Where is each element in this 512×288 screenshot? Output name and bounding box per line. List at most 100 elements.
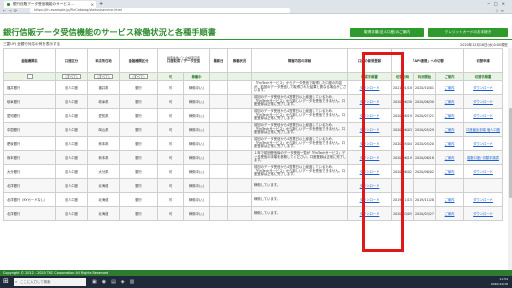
api-guide-link-text[interactable]: ご案内 xyxy=(445,128,455,132)
cell-bank: 北洋銀行 xyxy=(3,178,56,193)
download-link-text[interactable]: ダウンロード xyxy=(360,184,380,188)
taskbar-app-icons[interactable]: ▣◉▤◈▥ xyxy=(92,278,139,286)
filter-type[interactable]: (すべて) xyxy=(55,72,88,81)
kind-filter-select[interactable]: (すべて) xyxy=(129,74,148,79)
download-link[interactable]: ダウンロード xyxy=(347,178,393,193)
windows-start-icon[interactable]: ⊞ xyxy=(3,278,10,285)
trial-manual-link-text[interactable]: 複数口座/ 切替手順書 xyxy=(467,156,499,160)
download-link[interactable]: ダウンロード xyxy=(347,80,393,95)
api-guide-link[interactable]: ご案内 xyxy=(435,136,465,151)
cell-switch-date-text: 2020/08/19 xyxy=(393,113,413,118)
download-link[interactable]: ダウンロード xyxy=(347,108,393,123)
api-guide-link[interactable]: ご案内 xyxy=(435,206,465,221)
trial-manual-link-text[interactable]: ダウンロード xyxy=(473,212,493,216)
browser-tab[interactable]: 銀行信販データ受信機能のサービス... × xyxy=(4,1,96,8)
trial-manual-link[interactable]: ダウンロード xyxy=(463,206,504,221)
cell-latest xyxy=(209,164,229,179)
trial-manual-link[interactable]: ダウンロード xyxy=(463,94,504,109)
trial-manual-link[interactable]: ダウンロード xyxy=(463,136,504,151)
download-link-text[interactable]: ダウンロード xyxy=(360,170,380,174)
trial-manual-link[interactable]: 口座届出手順 個人口座 xyxy=(463,122,504,137)
close-tab-icon[interactable]: × xyxy=(91,1,94,8)
download-link-text[interactable]: ダウンロード xyxy=(360,86,380,90)
sub-detail xyxy=(251,72,349,81)
api-guide-link-text[interactable]: ご案内 xyxy=(445,114,455,118)
trial-manual-link[interactable]: ダウンロード xyxy=(463,108,504,123)
download-link-text[interactable]: ダウンロード xyxy=(360,128,380,132)
download-link[interactable]: ダウンロード xyxy=(347,150,393,165)
download-link[interactable]: ダウンロード xyxy=(347,206,393,221)
trial-manual-link-text[interactable]: ダウンロード xyxy=(473,86,493,90)
cell-type: 法人口座 xyxy=(55,108,88,123)
cell-status xyxy=(227,164,253,179)
taskbar-search[interactable]: ⌕ ここに入力して検索 xyxy=(14,278,86,286)
cell-kind: 銀行 xyxy=(119,108,158,123)
api-guide-link-text[interactable]: ご案内 xyxy=(445,100,455,104)
scrollbar-thumb[interactable] xyxy=(508,108,512,198)
api-guide-link[interactable]: ご案内 xyxy=(435,150,465,165)
trial-manual-link[interactable]: ダウンロード xyxy=(463,80,504,95)
api-guide-link-text[interactable]: ご案内 xyxy=(445,156,455,160)
cell-switch-date-text: 2021/01/18 xyxy=(393,85,413,90)
download-link-text[interactable]: ダウンロード xyxy=(360,100,380,104)
trial-manual-link-text[interactable]: ダウンロード xyxy=(473,114,493,118)
download-link-text[interactable]: ダウンロード xyxy=(360,156,380,160)
cell-data-status: 稼働中(△) xyxy=(182,178,211,193)
procedure-guide-button[interactable]: 取得手順(法人口座)のご案内 xyxy=(350,28,424,37)
trial-manual-link[interactable]: 複数口座/ 切替手順書 xyxy=(463,150,504,165)
address-bar[interactable]: https://fn.example.jp/FinCatalog/status/… xyxy=(30,8,290,13)
api-guide-link[interactable]: ご案内 xyxy=(435,108,465,123)
type-filter-select[interactable]: (すべて) xyxy=(62,74,81,79)
window-controls[interactable]: ─□× xyxy=(487,0,509,7)
download-link-text[interactable]: ダウンロード xyxy=(360,142,380,146)
cell-start-date: 2020/06/18 xyxy=(413,150,437,165)
cell-bank: 大分銀行 xyxy=(3,164,56,179)
cell-kind: 銀行 xyxy=(119,94,158,109)
api-guide-link-text[interactable]: ご案内 xyxy=(445,198,455,202)
download-link-text[interactable]: ダウンロード xyxy=(360,198,380,202)
download-link[interactable]: ダウンロード xyxy=(347,94,393,109)
region-filter-select[interactable]: (すべて) xyxy=(94,74,113,79)
download-link-text[interactable]: ダウンロード xyxy=(360,212,380,216)
cell-type-text: 法人口座 xyxy=(64,155,79,160)
trial-manual-link[interactable]: ダウンロード xyxy=(463,164,504,179)
api-guide-link[interactable]: ご案内 xyxy=(435,122,465,137)
trial-manual-link[interactable]: ダウンロード xyxy=(463,192,504,207)
api-guide-link[interactable]: ご案内 xyxy=(435,192,465,207)
new-tab-button[interactable]: + xyxy=(99,1,103,8)
trial-manual-link-text[interactable]: ダウンロード xyxy=(473,100,493,104)
trial-manual-link-text[interactable]: ダウンロード xyxy=(473,142,493,146)
toolbar-icons[interactable]: ☆≡ xyxy=(495,8,506,13)
trial-manual-link-text[interactable]: ダウンロード xyxy=(473,198,493,202)
bank-filter-input[interactable] xyxy=(26,73,33,79)
api-guide-link-text[interactable]: ご案内 xyxy=(445,170,455,174)
api-guide-link[interactable]: ご案内 xyxy=(435,164,465,179)
cell-region-text: 岡山県 xyxy=(98,127,109,132)
api-guide-link-text[interactable]: ご案内 xyxy=(445,212,455,216)
page-scrollbar[interactable] xyxy=(508,48,512,270)
filter-region[interactable]: (すべて) xyxy=(87,72,120,81)
cell-region-text: 熊本県 xyxy=(98,155,109,160)
filter-kind[interactable]: (すべて) xyxy=(119,72,158,81)
system-tray[interactable]: 11:54 2020/12/16 xyxy=(491,277,508,286)
cell-region: 熊本県 xyxy=(87,136,120,151)
table-row: 愛知銀行 法人口座 愛知県 銀行 可 稼働中(△) 前回のデータ受信から4営業日以上経過して… xyxy=(3,108,504,123)
download-link[interactable]: ダウンロード xyxy=(347,136,393,151)
credit-card-button[interactable]: クレジットカードのお手続き xyxy=(428,28,508,37)
download-link[interactable]: ダウンロード xyxy=(347,192,393,207)
trial-manual-link-text[interactable]: 口座届出手順 個人口座 xyxy=(466,128,500,132)
api-guide-link[interactable]: ご案内 xyxy=(435,94,465,109)
nav-buttons[interactable]: ←→⟳ xyxy=(3,8,19,13)
api-guide-link-text[interactable]: ご案内 xyxy=(445,86,455,90)
filter-bank[interactable] xyxy=(3,72,56,81)
api-guide-link-text[interactable]: ご案内 xyxy=(445,142,455,146)
trial-manual-link-text[interactable]: ダウンロード xyxy=(473,170,493,174)
download-link-text[interactable]: ダウンロード xyxy=(360,114,380,118)
download-link[interactable]: ダウンロード xyxy=(347,164,393,179)
search-icon: ⌕ xyxy=(15,279,18,284)
api-guide-link[interactable]: ご案内 xyxy=(435,80,465,95)
download-link[interactable]: ダウンロード xyxy=(347,122,393,137)
cell-detail-text: 前回のデータ受信から4営業日以上経過しているため、「FinTechサービス」から… xyxy=(254,122,346,135)
sub-switch-date: 切替日時 xyxy=(391,72,415,81)
cell-switch-date: 2020/06/02 xyxy=(391,164,415,179)
